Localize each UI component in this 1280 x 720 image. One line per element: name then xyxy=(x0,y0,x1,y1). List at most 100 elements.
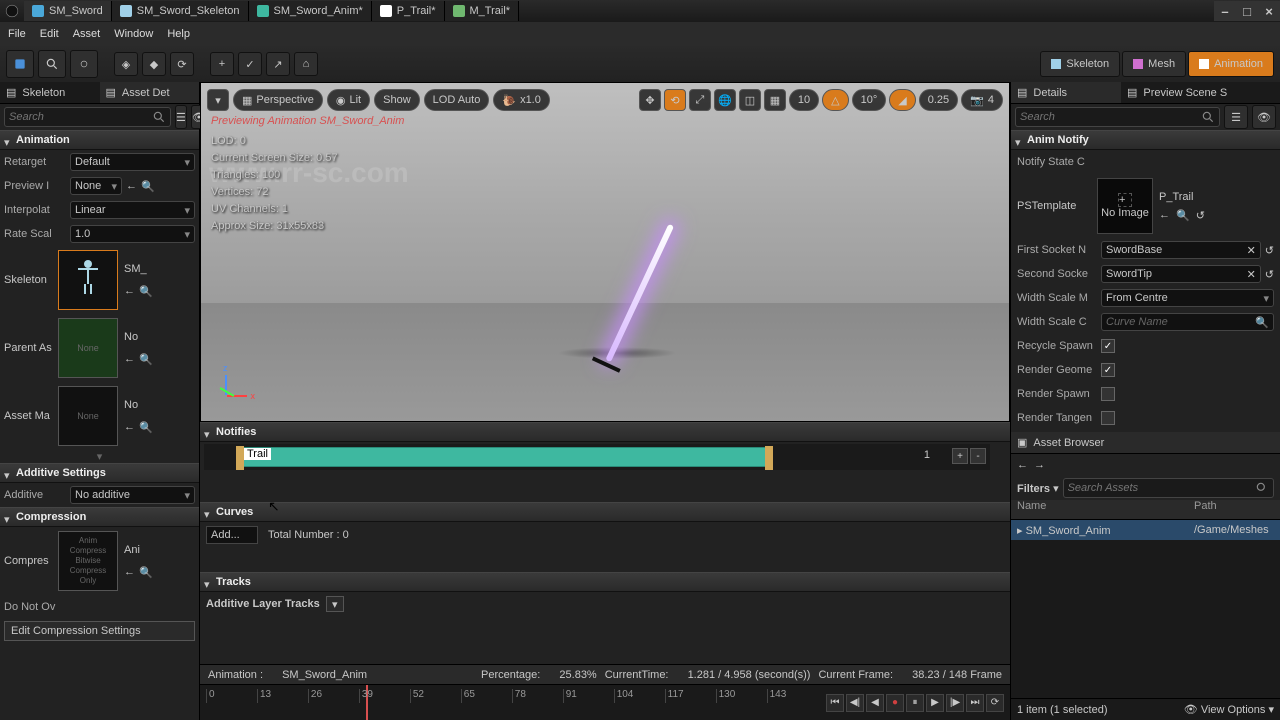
col-name[interactable]: Name xyxy=(1017,500,1194,519)
time-ruler[interactable]: 013263952657891104117130143 ⏮ ◀| ◀ ● ⏸ ▶… xyxy=(200,684,1010,720)
window-maximize[interactable]: □ xyxy=(1236,1,1258,21)
search-icon[interactable]: 🔍 xyxy=(139,566,153,579)
section-notifies[interactable]: ▾Notifies xyxy=(200,422,1010,442)
view-options-button[interactable]: 👁 View Options ▾ xyxy=(1184,703,1274,716)
viewport-menu[interactable]: ▾ xyxy=(207,89,229,111)
snap-tool[interactable]: ◫ xyxy=(739,89,761,111)
details-search-right[interactable] xyxy=(1015,107,1220,127)
filters-button[interactable]: Filters ▾ xyxy=(1017,482,1059,495)
ruler-ticks[interactable]: 013263952657891104117130143 xyxy=(206,685,820,720)
mode-skeleton[interactable]: Skeleton xyxy=(1040,51,1120,77)
tab-preview-scene[interactable]: ▤Preview Scene S xyxy=(1121,82,1280,104)
to-start-button[interactable]: ⏮ xyxy=(826,694,844,712)
perspective-button[interactable]: ▦ Perspective xyxy=(233,89,323,111)
record-button[interactable]: ● xyxy=(886,694,904,712)
pstemplate-dropdown[interactable]: P_Trail xyxy=(1159,191,1274,203)
snap-rot-toggle[interactable]: △ xyxy=(822,89,848,111)
curves-add-dropdown[interactable]: Add... xyxy=(206,526,258,544)
additive-dropdown[interactable]: No additive xyxy=(70,486,195,504)
tab-sm-sword-skeleton[interactable]: SM_Sword_Skeleton xyxy=(112,1,249,21)
interp-dropdown[interactable]: Linear xyxy=(70,201,195,219)
parent-dd[interactable]: No xyxy=(124,331,153,343)
retarget-dropdown[interactable]: Default xyxy=(70,153,195,171)
secondsocket-field[interactable]: SwordTip✕ xyxy=(1101,265,1261,283)
section-additive[interactable]: ▾Additive Settings xyxy=(0,463,199,483)
tab-details[interactable]: ▤Details xyxy=(1011,82,1121,104)
move-tool[interactable]: ✥ xyxy=(639,89,661,111)
list-view-button[interactable]: ☰ xyxy=(175,105,187,129)
show-button[interactable]: Show xyxy=(374,89,420,111)
save-button[interactable] xyxy=(6,50,34,78)
rendertan-checkbox[interactable] xyxy=(1101,411,1115,425)
section-animation[interactable]: ▾Animation xyxy=(0,130,199,150)
assetmap-dd[interactable]: No xyxy=(124,399,153,411)
nav-fwd-icon[interactable]: → xyxy=(1034,459,1045,471)
rate-field[interactable]: 1.0 xyxy=(70,225,195,243)
mode-mesh[interactable]: Mesh xyxy=(1122,51,1186,77)
snap-scale-toggle[interactable]: ◢ xyxy=(889,89,915,111)
back-icon[interactable]: ← xyxy=(124,421,135,434)
col-path[interactable]: Path xyxy=(1194,500,1274,519)
section-curves[interactable]: ▾Curves xyxy=(200,502,1010,522)
recycle-checkbox[interactable]: ✓ xyxy=(1101,339,1115,353)
search-small-icon[interactable]: 🔍 xyxy=(141,180,155,193)
search-icon[interactable]: 🔍 xyxy=(1176,209,1190,222)
window-close[interactable]: × xyxy=(1258,1,1280,21)
menu-help[interactable]: Help xyxy=(167,28,190,40)
skeleton-thumb[interactable] xyxy=(58,250,118,310)
reset-icon[interactable]: ↺ xyxy=(1196,209,1205,222)
key-button[interactable]: ◆ xyxy=(142,52,166,76)
parent-thumb[interactable]: None xyxy=(58,318,118,378)
add-track-button[interactable]: + xyxy=(952,448,968,464)
trail-notify[interactable] xyxy=(239,447,770,467)
world-tool[interactable]: 🌐 xyxy=(714,89,736,111)
notify-track[interactable]: Trail 1 +- xyxy=(204,444,990,470)
pstemplate-thumb[interactable]: +No Image xyxy=(1097,178,1153,234)
check-button[interactable]: ✓ xyxy=(238,52,262,76)
assetmap-thumb[interactable]: None xyxy=(58,386,118,446)
preview-dropdown[interactable]: None xyxy=(70,177,122,195)
tab-asset-details[interactable]: ▤Asset Det xyxy=(100,82,200,104)
back-icon[interactable]: ← xyxy=(124,566,135,579)
remove-track-button[interactable]: - xyxy=(970,448,986,464)
reset-icon[interactable]: ↺ xyxy=(1265,268,1274,281)
section-tracks[interactable]: ▾Tracks xyxy=(200,572,1010,592)
pause-button[interactable]: ⏸ xyxy=(906,694,924,712)
lod-button[interactable]: LOD Auto xyxy=(424,89,490,111)
menu-edit[interactable]: Edit xyxy=(40,28,59,40)
firstsocket-field[interactable]: SwordBase✕ xyxy=(1101,241,1261,259)
speed-button[interactable]: 🐌 x1.0 xyxy=(493,89,550,111)
cam-speed[interactable]: 📷 4 xyxy=(961,89,1003,111)
search-icon[interactable]: 🔍 xyxy=(139,421,153,434)
compress-thumb[interactable]: Anim Compress Bitwise Compress Only xyxy=(58,531,118,591)
search-icon[interactable]: 🔍 xyxy=(139,353,153,366)
reset-icon[interactable]: ↺ xyxy=(1265,244,1274,257)
play-reverse-button[interactable]: ◀ xyxy=(866,694,884,712)
list-view-button[interactable]: ☰ xyxy=(1224,105,1248,129)
tracks-dropdown[interactable]: ▾ xyxy=(326,596,344,612)
menu-asset[interactable]: Asset xyxy=(73,28,101,40)
tab-sm-sword-anim[interactable]: SM_Sword_Anim* xyxy=(249,1,372,21)
section-compression[interactable]: ▾Compression xyxy=(0,507,199,527)
compress-dd[interactable]: Ani xyxy=(124,544,153,556)
loop-button[interactable]: ⟳ xyxy=(986,694,1004,712)
edit-compression-button[interactable]: Edit Compression Settings xyxy=(4,621,195,641)
reimport-button[interactable] xyxy=(70,50,98,78)
step-back-button[interactable]: ◀| xyxy=(846,694,864,712)
skeleton-dd[interactable]: SM_ xyxy=(124,263,153,275)
tab-asset-browser[interactable]: ▣Asset Browser xyxy=(1011,432,1280,454)
widthscalec-field[interactable]: Curve Name🔍 xyxy=(1101,313,1274,331)
snap-rot[interactable]: 10° xyxy=(852,89,887,111)
nav-back-icon[interactable]: ← xyxy=(1017,459,1028,471)
home-button[interactable]: ⌂ xyxy=(294,52,318,76)
to-end-button[interactable]: ⏭ xyxy=(966,694,984,712)
rotate-tool[interactable]: ⟲ xyxy=(664,89,686,111)
scale-tool[interactable]: ⤢ xyxy=(689,89,711,111)
details-search[interactable] xyxy=(4,107,171,127)
renderspawn-checkbox[interactable] xyxy=(1101,387,1115,401)
menu-window[interactable]: Window xyxy=(114,28,153,40)
mode-animation[interactable]: Animation xyxy=(1188,51,1274,77)
lit-button[interactable]: ◉ Lit xyxy=(327,89,370,111)
apply-button[interactable]: ⟳ xyxy=(170,52,194,76)
browse-button[interactable] xyxy=(38,50,66,78)
